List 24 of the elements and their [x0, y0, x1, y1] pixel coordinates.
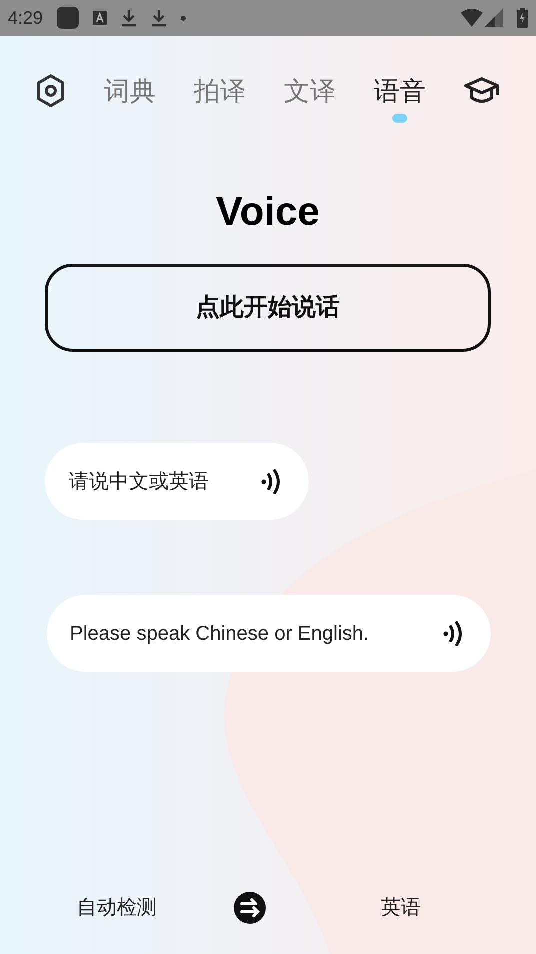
download-icon — [151, 9, 168, 27]
tab[interactable]: 词典 — [104, 72, 156, 110]
keyboard-icon — [93, 11, 108, 25]
target-language[interactable]: 英语 — [266, 893, 536, 923]
status-time: 4:29 — [8, 6, 44, 30]
app-icon — [57, 7, 80, 29]
speaker-icon[interactable] — [261, 468, 283, 496]
tab[interactable]: 文译 — [284, 72, 336, 110]
bubble-text: Please speak Chinese or English. — [70, 622, 370, 646]
settings-icon[interactable] — [36, 74, 66, 108]
source-language[interactable]: 自动检测 — [0, 893, 234, 923]
tab[interactable]: 拍译 — [194, 72, 246, 110]
active-tab-indicator — [392, 114, 408, 122]
speaker-icon[interactable] — [443, 620, 465, 648]
page-title: Voice — [215, 189, 321, 236]
swap-arrows-icon[interactable] — [234, 892, 266, 924]
download-icon — [121, 9, 138, 27]
bubble-text: 请说中文或英语 — [69, 470, 209, 494]
signal-icon — [485, 9, 503, 27]
wifi-icon — [461, 9, 483, 27]
talk-button[interactable]: 点此开始说话 — [45, 264, 491, 352]
battery-icon — [517, 8, 528, 28]
graduation-cap-icon[interactable] — [464, 77, 500, 105]
tab[interactable]: 语音 — [374, 72, 426, 110]
